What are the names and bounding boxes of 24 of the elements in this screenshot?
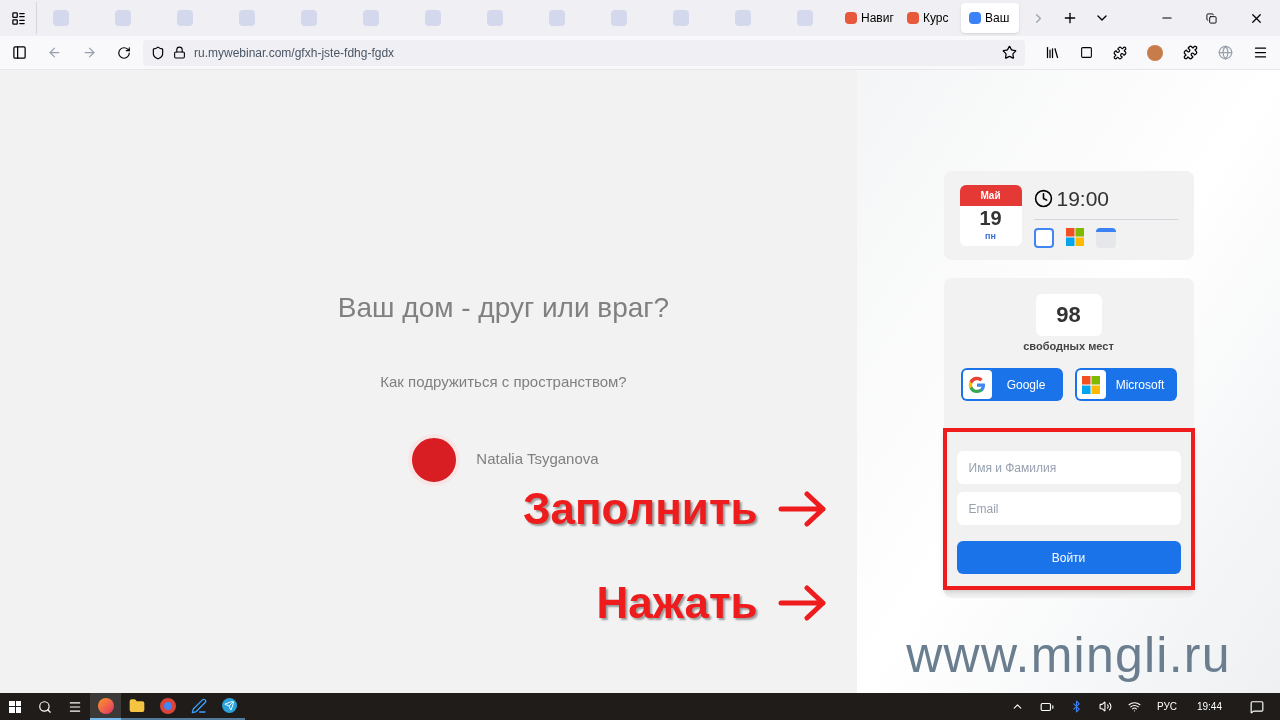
input-field[interactable]: Email — [956, 492, 1181, 525]
annotation-label: Нажать — [596, 576, 758, 629]
browser-tab[interactable]: Курс — [899, 3, 961, 33]
host-name: Natalia Tsyganova — [476, 449, 599, 470]
event-time: 19:00 — [1056, 186, 1110, 212]
address-bar[interactable]: ru.mywebinar.com/gfxh-jste-fdhg-fgdx — [143, 39, 1025, 66]
day-number: 19 — [979, 205, 1002, 230]
browser-tab[interactable]: Навиг — [837, 3, 899, 33]
site-address: www.mingli.ru — [906, 626, 1231, 685]
sign-in-button[interactable]: Microsoft — [1074, 368, 1177, 401]
webinar-subtitle: Как подружиться с пространством? — [380, 372, 627, 392]
language-indicator[interactable]: РУС — [1156, 699, 1177, 714]
input-field[interactable]: Имя и Фамилия — [956, 451, 1181, 484]
month-label: Май — [959, 184, 1022, 206]
seat-count: 98 — [1035, 293, 1102, 336]
weekday-label: пн — [985, 229, 996, 243]
browser-tab[interactable]: Ваш — [961, 3, 1019, 33]
webinar-title: Ваш дом - друг или враг? — [337, 291, 670, 325]
submit-button[interactable]: Войти — [956, 541, 1181, 574]
seats-label: свободных мест — [1023, 338, 1114, 354]
url-text: ru.mywebinar.com/gfxh-jste-fdhg-fgdx — [194, 44, 395, 62]
clock-text[interactable]: 19:44 — [1196, 699, 1222, 714]
sign-in-button[interactable]: Google — [960, 368, 1063, 401]
annotation-label: Заполнить — [522, 482, 758, 535]
